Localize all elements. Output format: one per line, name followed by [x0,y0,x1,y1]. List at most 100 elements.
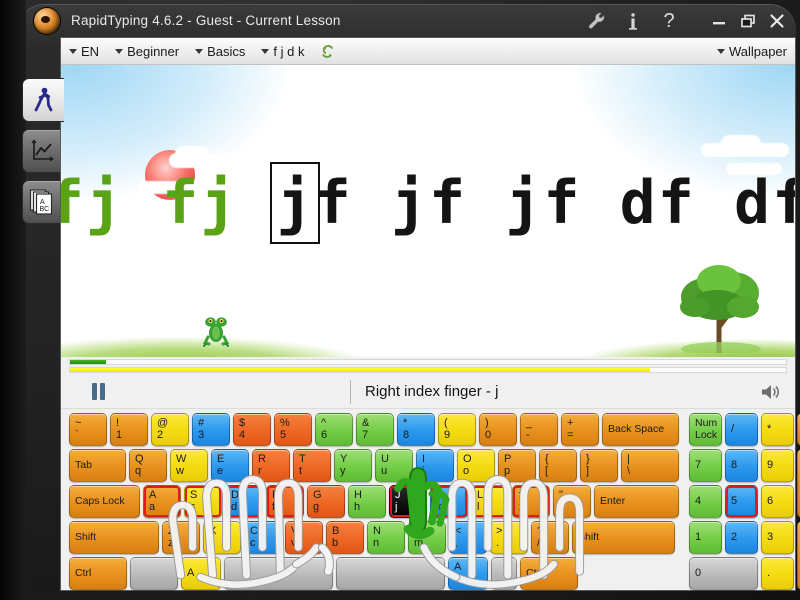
key-B[interactable]: Bb [326,521,364,554]
key-4[interactable]: 4 [689,485,722,518]
key-"[interactable]: "' [553,485,591,518]
course-selector[interactable]: Basics [195,44,245,59]
pause-icon [100,383,105,400]
key-P[interactable]: Pp [498,449,536,482]
key-%[interactable]: %5 [274,413,312,446]
key-A[interactable]: Aa [143,485,181,518]
key-shift[interactable]: Shift [572,521,675,554]
key-G[interactable]: Gg [307,485,345,518]
key-W[interactable]: Ww [170,449,208,482]
key-J[interactable]: Jj [389,485,427,518]
minimize-icon[interactable] [710,12,728,30]
pause-button[interactable] [61,383,135,400]
key-tab[interactable]: Tab [69,449,126,482]
close-icon[interactable] [768,12,786,30]
sidebar-item-courses[interactable]: A BC [22,180,60,224]
key-#[interactable]: #3 [192,413,230,446]
key->[interactable]: >. [490,521,528,554]
question-icon[interactable]: ? [658,10,680,32]
key-+[interactable]: += [561,413,599,446]
key-blank[interactable] [491,557,517,590]
key-?[interactable]: ?/ [531,521,569,554]
key-)[interactable]: )0 [479,413,517,446]
key-([interactable]: (9 [438,413,476,446]
key-label: Ctrl [70,568,126,579]
language-selector[interactable]: EN [69,44,99,59]
key-F[interactable]: Ff [266,485,304,518]
key-![interactable]: !1 [110,413,148,446]
key-ctrl[interactable]: Ctrl [69,557,127,590]
key-D[interactable]: Dd [225,485,263,518]
key-C[interactable]: Cc [244,521,282,554]
key-$[interactable]: $4 [233,413,271,446]
key-0[interactable]: 0 [689,557,758,590]
key-label-lower: . [491,538,527,550]
key-7[interactable]: 7 [689,449,722,482]
key-H[interactable]: Hh [348,485,386,518]
sidebar-item-lesson[interactable] [22,78,64,122]
key-:[interactable]: :; [512,485,550,518]
key-enter[interactable]: Enter [594,485,679,518]
key-_[interactable]: _- [520,413,558,446]
key-~[interactable]: ~` [69,413,107,446]
key-Q[interactable]: Qq [129,449,167,482]
key-1[interactable]: 1 [689,521,722,554]
restore-icon[interactable] [739,12,757,30]
key-6[interactable]: 6 [761,485,794,518]
key-X[interactable]: Xx [203,521,241,554]
key-ctrl[interactable]: Ctrl [520,557,578,590]
key-num-lock[interactable]: NumLock [689,413,722,446]
key-label-upper: D [226,490,262,502]
key-V[interactable]: Vv [285,521,323,554]
wallpaper-selector[interactable]: Wallpaper [717,44,787,59]
speaker-icon[interactable] [759,382,781,402]
key-}[interactable]: }] [580,449,618,482]
key-3[interactable]: 3 [761,521,794,554]
wrench-icon[interactable] [586,10,608,32]
key-back-space[interactable]: Back Space [602,413,679,446]
key-L[interactable]: Ll [471,485,509,518]
key-Z[interactable]: Zz [162,521,200,554]
key-K[interactable]: Kk [430,485,468,518]
key-O[interactable]: Oo [457,449,495,482]
key-<[interactable]: <, [449,521,487,554]
key-U[interactable]: Uu [375,449,413,482]
key-@[interactable]: @2 [151,413,189,446]
key-caps-lock[interactable]: Caps Lock [69,485,140,518]
key-^[interactable]: ^6 [315,413,353,446]
key-R[interactable]: Rr [252,449,290,482]
key-A[interactable]: AG [448,557,488,590]
lesson-text: fj fj jf jf jf df df [61,163,795,243]
key-5[interactable]: 5 [725,485,758,518]
key-|[interactable]: |\ [621,449,679,482]
key-label-upper: } [581,454,617,466]
key-blank[interactable] [336,557,445,590]
key-T[interactable]: Tt [293,449,331,482]
info-icon[interactable] [622,10,644,32]
key-E[interactable]: Ee [211,449,249,482]
key-/[interactable]: / [725,413,758,446]
key-*[interactable]: *8 [397,413,435,446]
sidebar-item-statistics[interactable] [22,129,60,173]
key-2[interactable]: 2 [725,521,758,554]
key-S[interactable]: Ss [184,485,222,518]
key-shift[interactable]: Shift [69,521,159,554]
key-A[interactable]: A [181,557,221,590]
key-label-upper: G [308,490,344,502]
key-8[interactable]: 8 [725,449,758,482]
key-M[interactable]: Mm [408,521,446,554]
key-N[interactable]: Nn [367,521,405,554]
key-&[interactable]: &7 [356,413,394,446]
key-.[interactable]: . [761,557,794,590]
key-Y[interactable]: Yy [334,449,372,482]
key-{[interactable]: {[ [539,449,577,482]
level-selector[interactable]: Beginner [115,44,179,59]
key-9[interactable]: 9 [761,449,794,482]
key-I[interactable]: Ii [416,449,454,482]
key-label-upper: 0 [690,568,757,580]
refresh-icon[interactable] [320,44,335,59]
lesson-selector[interactable]: f j d k [261,44,304,59]
key-blank[interactable] [224,557,333,590]
key-*[interactable]: * [761,413,794,446]
key-blank[interactable] [130,557,178,590]
